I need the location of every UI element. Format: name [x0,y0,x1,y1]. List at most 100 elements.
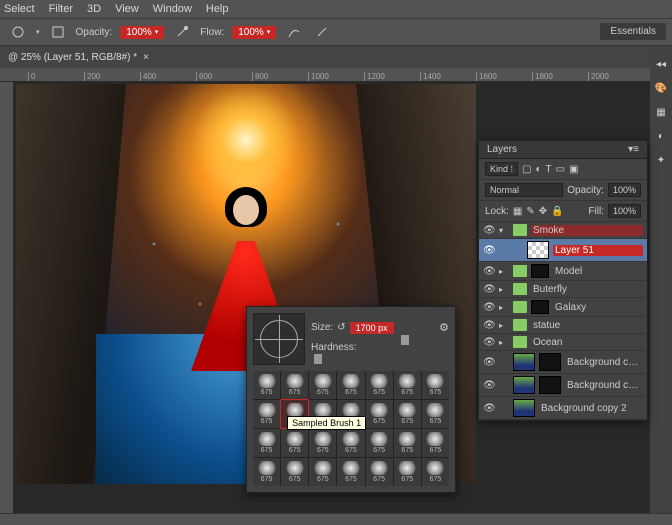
menu-item[interactable]: View [115,3,139,15]
reset-size-icon[interactable]: ↺ [337,322,345,333]
blend-mode-select[interactable]: Normal [485,183,563,197]
layer-name: Ocean [531,337,643,348]
brush-preset[interactable]: 675 [253,429,280,457]
disclosure-icon[interactable]: ▸ [499,338,509,347]
disclosure-icon[interactable]: ▸ [499,303,509,312]
workspace-switcher[interactable]: Essentials [600,23,666,40]
ruler-mark: 1000 [308,72,364,81]
filter-type-icon[interactable]: T [546,164,552,175]
filter-adjust-icon[interactable]: ◐ [535,164,541,175]
menu-item[interactable]: Select [4,3,35,15]
ruler-mark: 1600 [476,72,532,81]
brush-preset[interactable]: 675Sampled Brush 1 [281,400,308,428]
layer-group[interactable]: 👁▸statue [479,317,647,334]
opacity-field[interactable]: 100%▾ [120,26,164,39]
brush-preset[interactable]: 675 [337,429,364,457]
brush-preset[interactable]: 675 [394,400,421,428]
brush-preset[interactable]: 675 [366,458,393,486]
brush-preset[interactable]: 675 [422,400,449,428]
disclosure-icon[interactable]: ▸ [499,285,509,294]
brush-preset[interactable]: 675 [366,429,393,457]
brush-preset[interactable]: 675 [366,400,393,428]
document-tab[interactable]: @ 25% (Layer 51, RGB/8#) * × [0,46,672,68]
lock-position-icon[interactable]: ✥ [539,206,547,217]
brush-preset-caret[interactable]: ▾ [36,28,40,36]
visibility-icon[interactable]: 👁 [483,380,495,391]
layer-group[interactable]: 👁▸Buterfly [479,281,647,298]
airbrush-icon[interactable] [284,22,304,42]
mask-thumb [539,376,561,394]
menu-item[interactable]: 3D [87,3,101,15]
brush-preset[interactable]: 675 [309,458,336,486]
pressure-size-icon[interactable] [312,22,332,42]
brush-preset[interactable]: 675 [394,371,421,399]
filter-pixel-icon[interactable]: ▢ [522,164,531,175]
layer-item[interactable]: 👁Layer 51 [479,239,647,262]
expand-dock-icon[interactable]: ◂◂ [653,56,669,72]
brush-preset[interactable]: 675 [422,458,449,486]
brush-preset[interactable]: 675 [337,458,364,486]
brush-preset[interactable]: 675 [422,371,449,399]
brush-preset-icon[interactable] [8,22,28,42]
visibility-icon[interactable]: 👁 [483,245,495,256]
visibility-icon[interactable]: 👁 [483,302,495,313]
layer-group[interactable]: 👁▸Galaxy [479,298,647,317]
layer-filter-kind[interactable]: Kind ⁞ [485,162,518,176]
panel-menu-icon[interactable]: ▾≡ [628,144,639,155]
visibility-icon[interactable]: 👁 [483,266,495,277]
brush-preset[interactable]: 675 [309,371,336,399]
layers-tab[interactable]: Layers [487,144,517,155]
disclosure-icon[interactable]: ▸ [499,321,509,330]
filter-shape-icon[interactable]: ▭ [556,164,565,175]
ruler-mark: 1800 [532,72,588,81]
layer-item[interactable]: 👁Background copy 2 [479,397,647,420]
visibility-icon[interactable]: 👁 [483,225,495,236]
brush-preset[interactable]: 675 [366,371,393,399]
visibility-icon[interactable]: 👁 [483,337,495,348]
layer-item[interactable]: 👁 Background copy [479,374,647,397]
disclosure-icon[interactable]: ▸ [499,267,509,276]
brush-size-field[interactable]: 1700 px [350,322,394,334]
close-icon[interactable]: × [143,52,149,63]
brush-tip-preview[interactable] [253,313,305,365]
filter-smart-icon[interactable]: ▣ [569,164,578,175]
brush-preset[interactable]: 675 [253,371,280,399]
ruler-mark: 800 [252,72,308,81]
brush-panel-icon[interactable] [48,22,68,42]
brush-preset[interactable]: 675 [281,371,308,399]
flow-field[interactable]: 100%▾ [232,26,276,39]
menu-item[interactable]: Window [153,3,192,15]
gear-icon[interactable]: ⚙ [439,321,449,334]
lock-pixels-icon[interactable]: ✎ [526,206,534,217]
layer-item[interactable]: 👁Background copy 3 [479,351,647,374]
lock-all-icon[interactable]: 🔒 [551,206,563,217]
brush-preset[interactable]: 675 [337,371,364,399]
swatches-panel-icon[interactable]: ▦ [653,104,669,120]
styles-panel-icon[interactable]: ✦ [653,152,669,168]
brush-preset[interactable]: 675 [281,429,308,457]
visibility-icon[interactable]: 👁 [483,357,495,368]
layer-group[interactable]: 👁▸Model [479,262,647,281]
brush-preset[interactable]: 675 [281,458,308,486]
lock-transparency-icon[interactable]: ▦ [513,206,522,217]
layer-opacity-field[interactable]: 100% [608,183,641,197]
menu-item[interactable]: Help [206,3,229,15]
menu-item[interactable]: Filter [49,3,73,15]
layer-group[interactable]: 👁▾Smoke [479,222,647,239]
brush-preset[interactable]: 675 [253,400,280,428]
brush-preset[interactable]: 675 [394,429,421,457]
adjustments-panel-icon[interactable]: ◐ [653,128,669,144]
layer-group[interactable]: 👁 ▸ Ocean [479,334,647,351]
disclosure-icon[interactable]: ▾ [499,226,509,235]
visibility-icon[interactable]: 👁 [483,320,495,331]
visibility-icon[interactable]: 👁 [483,284,495,295]
layer-name: Background copy [565,380,643,391]
pressure-opacity-icon[interactable] [172,22,192,42]
brush-preset[interactable]: 675 [253,458,280,486]
fill-field[interactable]: 100% [608,204,641,218]
color-panel-icon[interactable]: 🎨 [653,80,669,96]
brush-preset[interactable]: 675 [309,429,336,457]
brush-preset[interactable]: 675 [422,429,449,457]
visibility-icon[interactable]: 👁 [483,403,495,414]
brush-preset[interactable]: 675 [394,458,421,486]
